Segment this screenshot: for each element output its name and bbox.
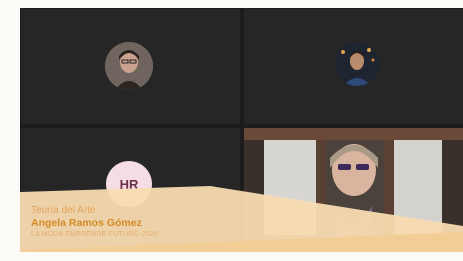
participant-tile-1[interactable] [21,9,240,124]
event-name: LA MODA EMPRENDE FUTURO 2020 [31,231,158,238]
active-speaker-video [244,128,463,251]
course-title: Teoría del Arte [31,205,96,216]
participant-video-2 [335,42,379,86]
active-speaker-tile[interactable] [244,128,463,251]
participant-video-1 [105,42,153,90]
speaker-name: Angela Ramos Gómez [31,217,142,229]
participant-initials-avatar: HR [106,161,152,207]
participant-tile-2[interactable] [244,9,463,124]
